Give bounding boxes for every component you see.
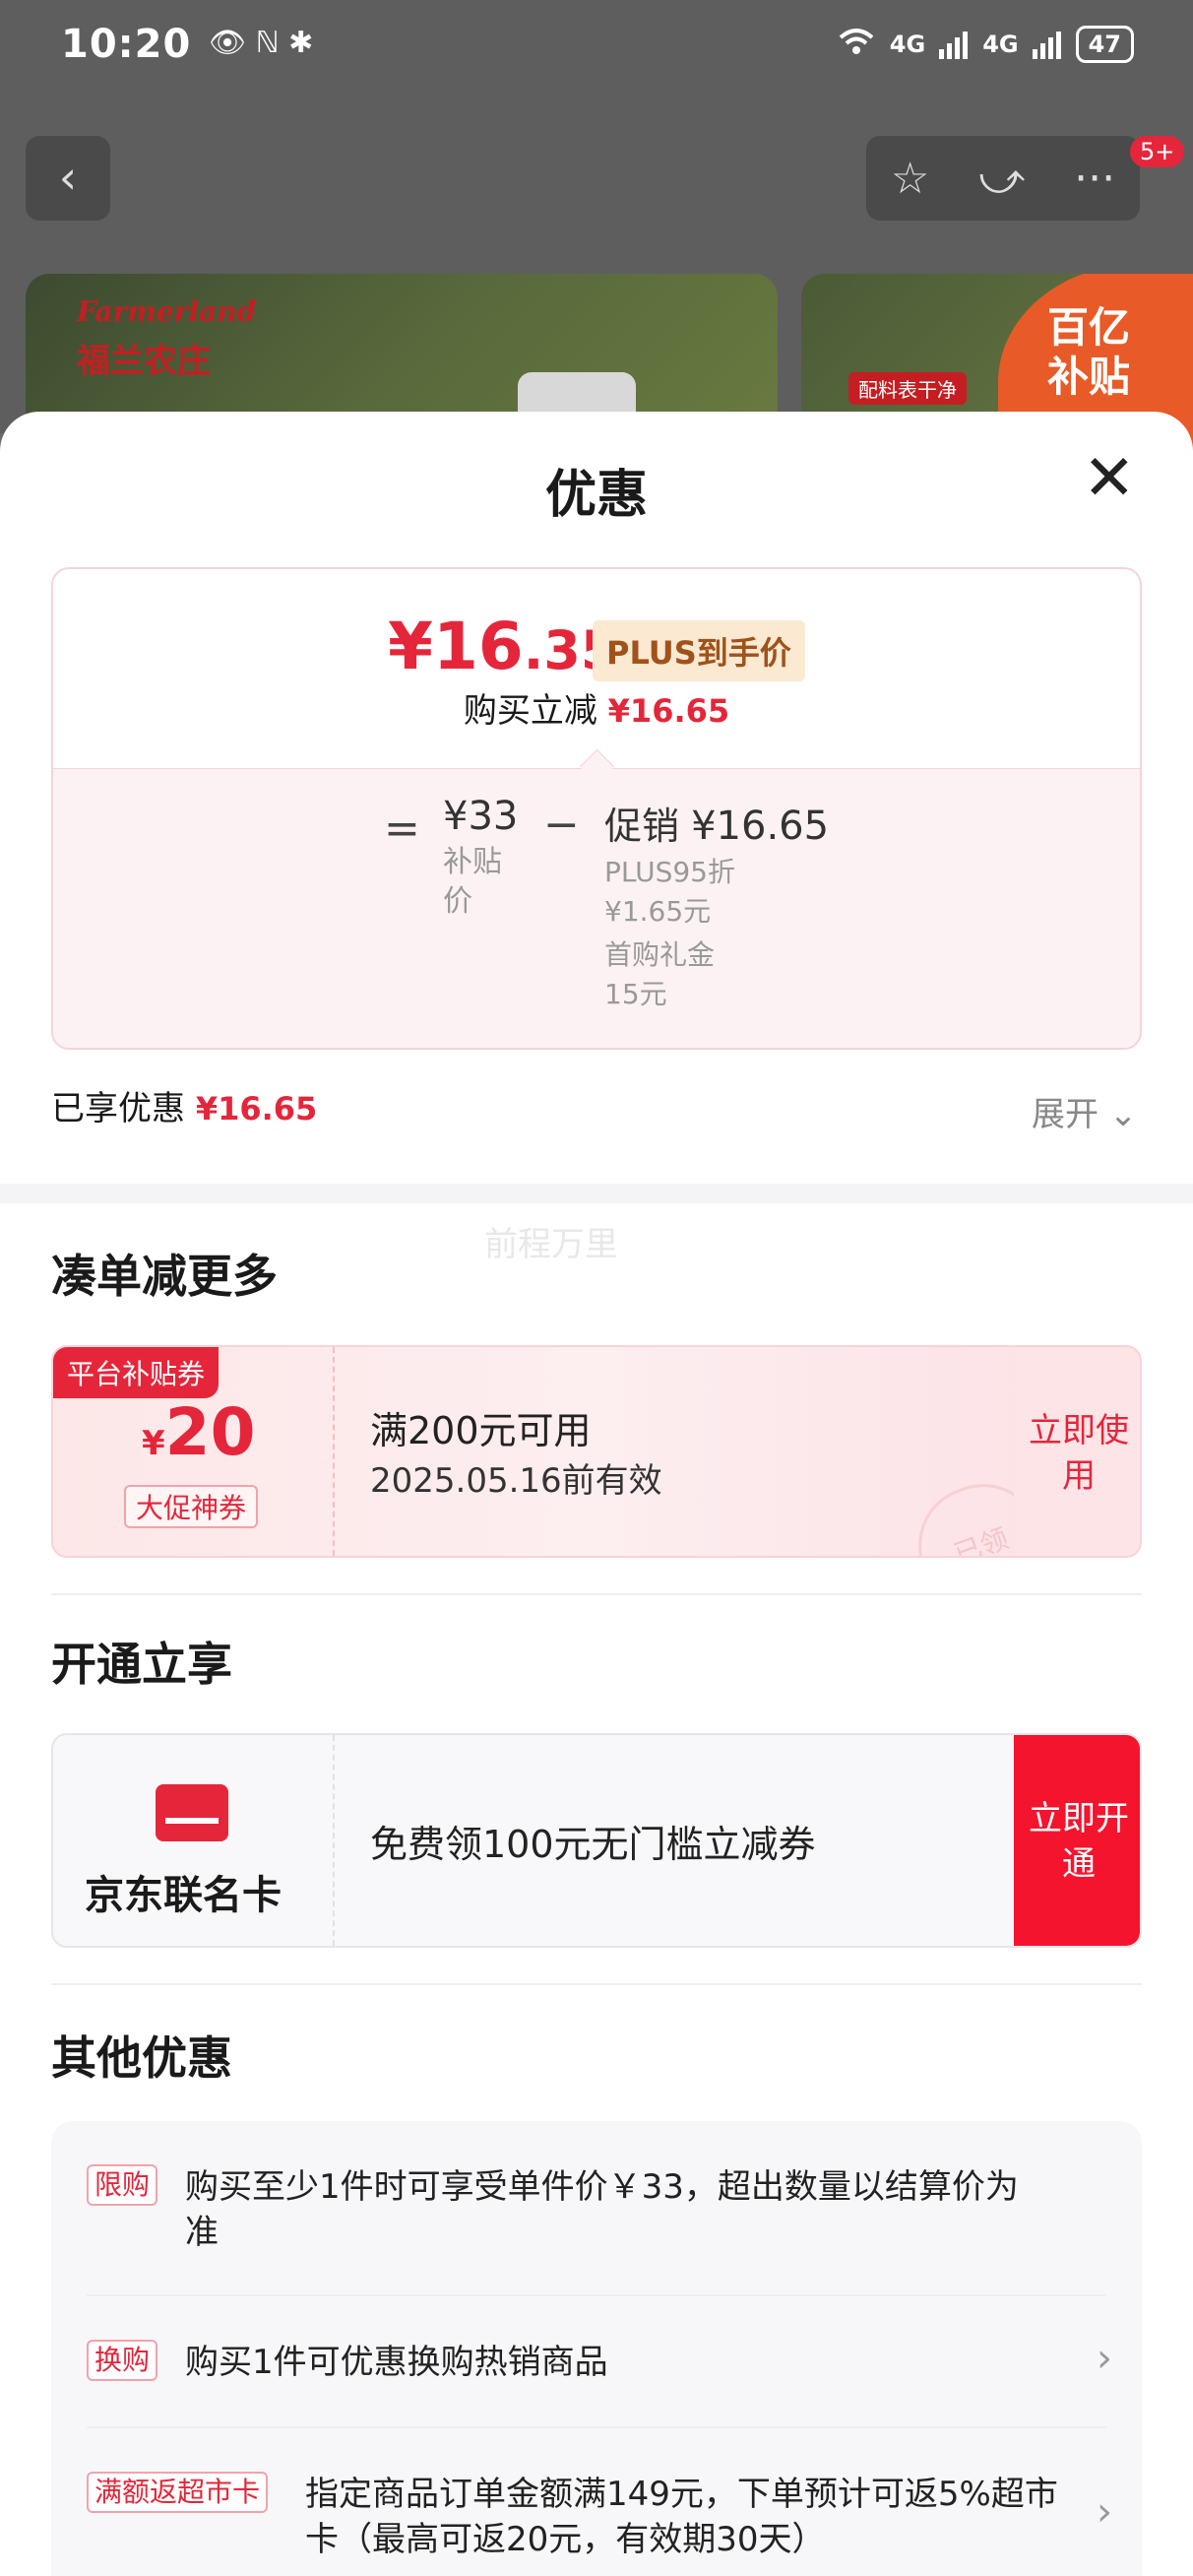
platform-coupon[interactable]: 平台补贴券 ¥20 大促神券 满200元可用 2025.05.16前有效 已领 … bbox=[51, 1345, 1142, 1558]
promotion-total: 促销 ¥16.65 bbox=[604, 796, 829, 850]
subsidy-price-label: 补贴价 bbox=[443, 845, 502, 919]
status-icons: 👁 ℕ ✱ bbox=[209, 26, 314, 60]
final-price-currency: ¥ bbox=[388, 609, 433, 684]
coupon-currency: ¥ bbox=[142, 1424, 165, 1463]
coupon-validity: 2025.05.16前有效 bbox=[370, 1461, 662, 1501]
instant-discount-value: ¥16.65 bbox=[607, 692, 730, 730]
star-icon[interactable]: ☆ bbox=[891, 154, 929, 204]
exchange-tag: 换购 bbox=[87, 2340, 158, 2381]
enjoyed-discount-label: 已享优惠 bbox=[51, 1089, 185, 1128]
coupon-kind: 大促神券 bbox=[124, 1485, 259, 1528]
divider bbox=[87, 2426, 1106, 2428]
open-benefit-title: 开通立享 bbox=[51, 1638, 232, 1691]
divider bbox=[51, 1593, 1142, 1595]
coupon-amount: ¥20 bbox=[142, 1394, 256, 1470]
sheet-title: 优惠 bbox=[544, 466, 648, 525]
coupon-divider bbox=[333, 1347, 335, 1556]
final-price: ¥16.35 bbox=[388, 609, 617, 684]
status-bar: 10:20 👁 ℕ ✱ 4G 4G 47 bbox=[0, 0, 1193, 95]
nav-actions: ☆ ⤻ ··· bbox=[866, 136, 1140, 221]
status-time: 10:20 bbox=[61, 22, 192, 67]
section-separator bbox=[0, 1184, 1193, 1203]
promotion-value: ¥16.65 bbox=[691, 804, 830, 849]
signal-icon: 4G bbox=[889, 31, 926, 58]
limit-tag: 限购 bbox=[87, 2164, 158, 2206]
plus-price-badge: PLUS到手价 bbox=[593, 620, 805, 681]
discount-sheet: 优惠 ✕ ¥16.35 PLUS到手价 购买立减 ¥16.65 = ¥33 补贴… bbox=[0, 412, 1193, 2576]
open-card-button[interactable]: 立即开通 bbox=[1014, 1735, 1140, 1946]
price-detail-area bbox=[53, 768, 1140, 1048]
battery-icon: 47 bbox=[1075, 26, 1134, 63]
exchange-text: 购买1件可优惠换购热销商品 bbox=[185, 2343, 608, 2382]
promotion-label: 促销 bbox=[604, 805, 680, 848]
final-price-main: 16 bbox=[432, 609, 524, 684]
card-offer: 免费领100元无门槛立减券 bbox=[370, 1823, 816, 1866]
expand-button[interactable]: 展开 ⌄ bbox=[1032, 1087, 1137, 1135]
close-icon[interactable]: ✕ bbox=[1083, 447, 1136, 510]
watermark: 前程万里 bbox=[484, 1225, 618, 1264]
divider bbox=[87, 2294, 1106, 2296]
other-discount-title: 其他优惠 bbox=[51, 2031, 232, 2085]
promotion-item: 首购礼金 bbox=[604, 938, 716, 971]
coupon-tag: 平台补贴券 bbox=[53, 1347, 220, 1398]
signal-bars-icon-2 bbox=[1032, 32, 1061, 59]
enjoyed-discount-value: ¥16.65 bbox=[195, 1090, 318, 1127]
promotion-item: ¥1.65元 bbox=[604, 895, 712, 928]
message-badge: 5+ bbox=[1130, 136, 1185, 167]
coupon-amount-value: 20 bbox=[164, 1394, 256, 1470]
brand-logo-text: Farmerland bbox=[77, 295, 257, 328]
subsidy-line-1: 百亿 bbox=[1047, 303, 1131, 352]
wifi-icon bbox=[837, 26, 876, 63]
chevron-right-icon[interactable]: › bbox=[1097, 2489, 1112, 2535]
enjoyed-discount: 已享优惠 ¥16.65 bbox=[51, 1081, 317, 1129]
co-brand-card[interactable]: 京东联名卡 免费领100元无门槛立减券 立即开通 bbox=[51, 1733, 1142, 1948]
instant-discount: 购买立减 ¥16.65 bbox=[53, 683, 1140, 732]
brand-logo: Farmerland 福兰农庄 bbox=[77, 295, 257, 414]
subsidy-price-value: ¥33 bbox=[443, 794, 519, 839]
card-return-text: 指定商品订单金额满149元，下单预计可返5%超市卡（最高可返20元，有效期30天… bbox=[305, 2475, 1058, 2559]
divider bbox=[51, 1983, 1142, 1985]
card-return-tag: 满额返超市卡 bbox=[87, 2472, 269, 2513]
status-right: 4G 4G 47 bbox=[837, 26, 1134, 63]
equals-sign: = bbox=[384, 804, 420, 854]
minus-sign: − bbox=[543, 800, 580, 850]
share-icon[interactable]: ⤻ bbox=[978, 154, 1025, 204]
use-coupon-button[interactable]: 立即使用 bbox=[1014, 1347, 1140, 1556]
price-breakdown: ¥16.35 PLUS到手价 购买立减 ¥16.65 = ¥33 补贴价 − 促… bbox=[51, 567, 1142, 1050]
limit-text: 购买至少1件时可享受单件价￥33，超出数量以结算价为准 bbox=[185, 2167, 1019, 2252]
promotion-item: 15元 bbox=[604, 978, 667, 1010]
promotion-item: PLUS95折 bbox=[604, 856, 735, 888]
banner-tag: 配料表干净 bbox=[848, 372, 967, 405]
other-discount-list: 限购 购买至少1件时可享受单件价￥33，超出数量以结算价为准 换购 购买1件可优… bbox=[51, 2121, 1142, 2576]
subsidy-line-2: 补贴 bbox=[1047, 353, 1131, 401]
more-icon[interactable]: ··· bbox=[1074, 154, 1115, 204]
back-button[interactable]: ‹ bbox=[26, 136, 110, 221]
coupon-condition: 满200元可用 bbox=[370, 1409, 592, 1452]
credit-card-icon bbox=[156, 1784, 228, 1841]
instant-discount-label: 购买立减 bbox=[463, 691, 597, 731]
brand-logo-cn: 福兰农庄 bbox=[77, 342, 211, 381]
chevron-right-icon[interactable]: › bbox=[1097, 2336, 1112, 2381]
signal-icon-2: 4G bbox=[982, 31, 1019, 58]
more-discount-title: 凑单减更多 bbox=[51, 1250, 278, 1303]
signal-bars-icon bbox=[939, 32, 969, 59]
card-name: 京东联名卡 bbox=[85, 1873, 282, 1918]
card-divider bbox=[333, 1735, 335, 1946]
